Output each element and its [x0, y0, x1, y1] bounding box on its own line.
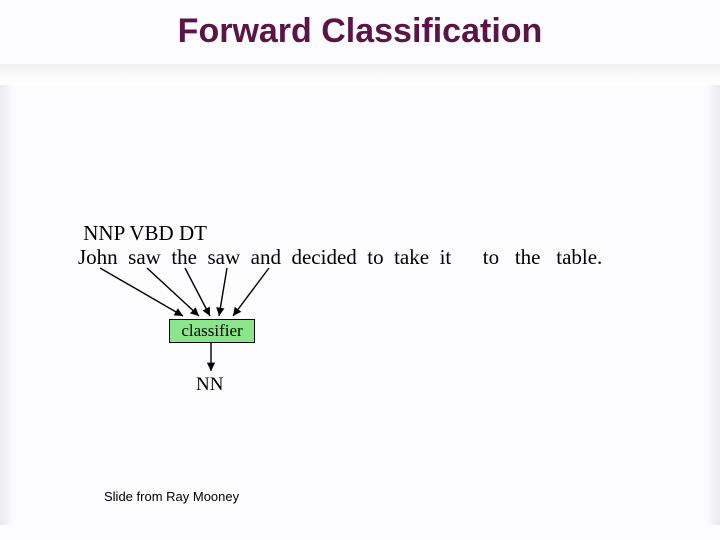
classifier-node: classifier — [169, 319, 255, 343]
arrow-input-1 — [100, 268, 183, 316]
arrow-input-3 — [185, 268, 210, 316]
slide-credit: Slide from Ray Mooney — [104, 489, 239, 504]
slide-title: Forward Classification — [0, 12, 720, 51]
left-edge-gradient — [0, 85, 14, 525]
arrow-input-4 — [219, 268, 227, 316]
sentence-line: John saw the saw and decided to take it … — [78, 245, 602, 270]
arrow-input-5 — [233, 268, 269, 316]
header-separator — [0, 64, 720, 86]
output-tag: NN — [196, 374, 223, 396]
arrow-input-2 — [147, 268, 199, 316]
pos-tags-line: NNP VBD DT — [78, 221, 207, 246]
right-edge-gradient — [706, 85, 720, 525]
